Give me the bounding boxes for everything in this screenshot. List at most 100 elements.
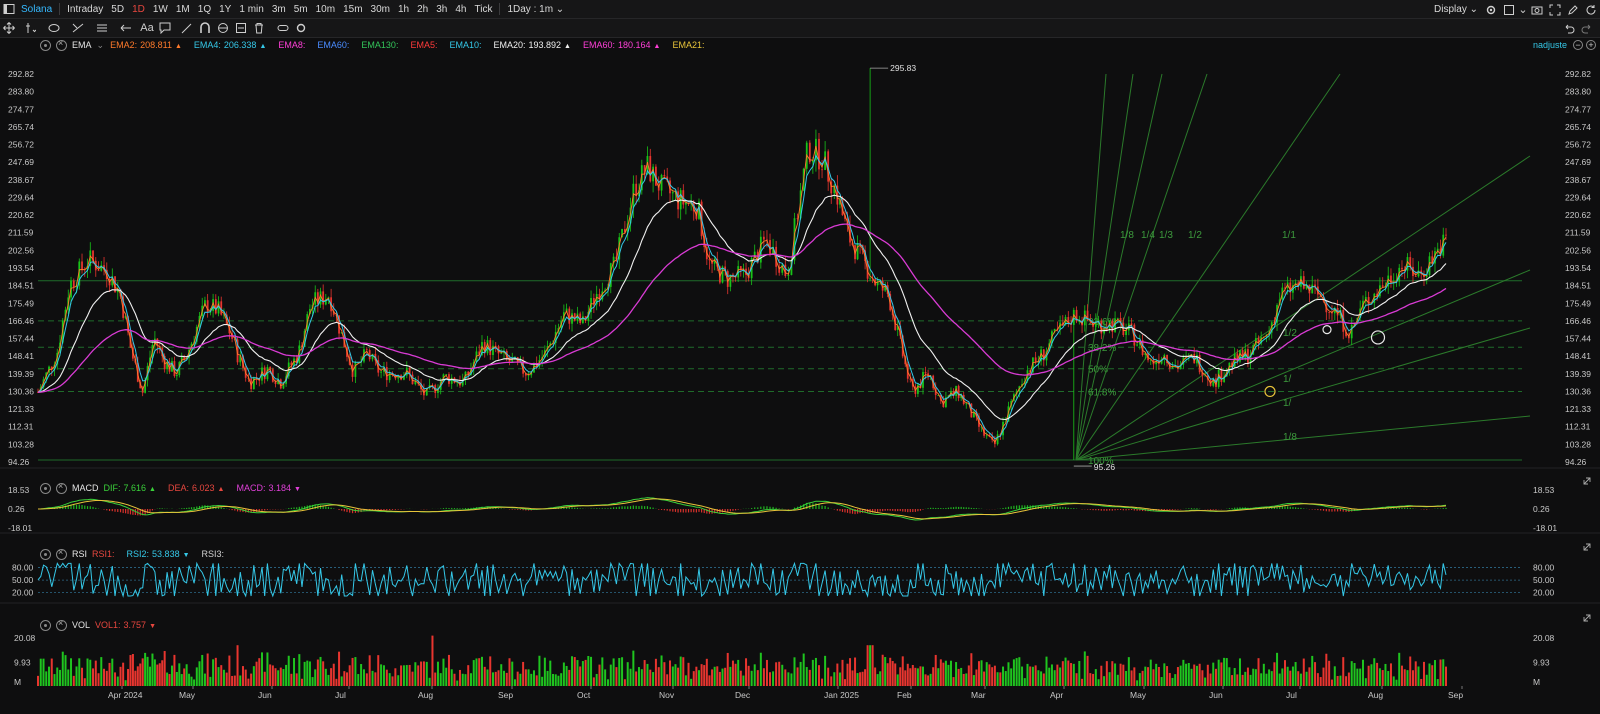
timeframe-30m[interactable]: 30m (367, 0, 394, 19)
price-chart[interactable]: 292.82 292.82 283.80 283.80 274.77 274.77 265.… (0, 38, 1600, 714)
timeframe-1h[interactable]: 1h (394, 0, 413, 19)
timeframe-5d[interactable]: 5D (107, 0, 128, 19)
legend-item[interactable]: VOL1: 3.757 ▼ (95, 620, 156, 630)
vol-name[interactable]: VOL (72, 620, 90, 630)
timeframe-3h[interactable]: 3h (432, 0, 451, 19)
legend-name[interactable]: EMA (72, 40, 92, 50)
adjust-label[interactable]: nadjuste (1533, 40, 1567, 50)
timeframe-intraday[interactable]: Intraday (63, 0, 107, 19)
text-tool-icon[interactable]: Aa (138, 19, 156, 38)
volume-bar (876, 674, 879, 686)
volume-bar (78, 658, 81, 686)
expand-macd-icon[interactable] (1583, 477, 1591, 485)
timeframe-1y[interactable]: 1Y (215, 0, 235, 19)
pattern-icon[interactable] (90, 19, 114, 38)
sidebar-toggle-icon[interactable] (0, 0, 18, 19)
pencil-icon[interactable] (1564, 0, 1582, 19)
camera-icon[interactable] (1528, 0, 1546, 19)
volume-bar (314, 669, 317, 686)
legend-item[interactable]: EMA60: (317, 40, 349, 50)
timeframe-3m[interactable]: 3m (268, 0, 290, 19)
legend-item[interactable]: EMA8: (278, 40, 305, 50)
arrow-tool-icon[interactable] (114, 19, 138, 38)
link-icon[interactable] (274, 19, 292, 38)
magnet-icon[interactable] (196, 19, 214, 38)
legend-item[interactable]: RSI3: (202, 549, 225, 559)
timeframe-5m[interactable]: 5m (290, 0, 312, 19)
interval-select[interactable]: 1Day : 1m ⌄ (503, 0, 568, 19)
rsi-close-icon[interactable] (56, 547, 67, 560)
trash-icon[interactable] (250, 19, 268, 38)
crosshair-icon[interactable] (18, 19, 42, 38)
legend-item[interactable]: MACD: 3.184 ▼ (236, 483, 300, 493)
legend-settings-icon[interactable] (40, 39, 51, 51)
timeframe-4h[interactable]: 4h (451, 0, 470, 19)
rsi-name[interactable]: RSI (72, 549, 87, 559)
chart-area[interactable]: 292.82 292.82 283.80 283.80 274.77 274.77 265.… (0, 38, 1600, 714)
timeframe-2h[interactable]: 2h (413, 0, 432, 19)
legend-item[interactable]: EMA2: 208.811 ▲ (110, 40, 182, 50)
legend-item[interactable]: DIF: 7.616 ▲ (104, 483, 156, 493)
macd-settings-icon[interactable] (40, 482, 51, 494)
legend-item[interactable]: EMA130: (361, 40, 398, 50)
volume-bar (906, 663, 909, 686)
timeframe-1w[interactable]: 1W (149, 0, 172, 19)
note-icon[interactable] (156, 19, 174, 38)
volume-bar (1249, 674, 1252, 686)
timeframe-15m[interactable]: 15m (339, 0, 366, 19)
legend-item[interactable]: RSI2: 53.838 ▼ (127, 549, 190, 559)
fib-tool-icon[interactable] (66, 19, 90, 38)
expand-vol-icon[interactable] (1583, 614, 1591, 622)
move-icon[interactable] (0, 19, 18, 38)
vol-close-icon[interactable] (56, 618, 67, 631)
undo-icon[interactable] (1560, 19, 1578, 38)
toolbar-settings-icon[interactable] (292, 19, 310, 38)
settings-icon[interactable] (1482, 0, 1500, 19)
legend-item[interactable]: EMA20: 193.892 ▲ (493, 40, 571, 50)
volume-bar (290, 673, 293, 686)
plus-icon[interactable]: + (1586, 40, 1596, 50)
volume-bar (879, 671, 882, 686)
minus-icon[interactable]: − (1573, 40, 1583, 50)
volume-bar (72, 675, 75, 686)
volume-bar (721, 668, 724, 686)
timeframe-1d[interactable]: 1D (128, 0, 149, 19)
legend-item[interactable]: DEA: 6.023 ▲ (168, 483, 224, 493)
legend-close-icon[interactable] (56, 38, 67, 51)
volume-bar (508, 658, 511, 686)
symbol-name[interactable]: Solana (18, 0, 56, 19)
timeframe-1-min[interactable]: 1 min (235, 0, 267, 19)
trendline-icon[interactable] (42, 19, 66, 38)
timeframe-1m[interactable]: 1M (172, 0, 194, 19)
legend-item[interactable]: EMA60: 180.164 ▲ (583, 40, 661, 50)
volume-bar (1125, 670, 1128, 686)
layout-icon[interactable] (1500, 0, 1518, 19)
macd-name[interactable]: MACD (72, 483, 99, 493)
redo-icon[interactable] (1578, 19, 1596, 38)
refresh-icon[interactable] (1582, 0, 1600, 19)
legend-item[interactable]: EMA5: (410, 40, 437, 50)
timeframe-tick[interactable]: Tick (470, 0, 496, 19)
lock-icon[interactable] (214, 19, 232, 38)
volume-bar (646, 663, 649, 686)
rsi-settings-icon[interactable] (40, 548, 51, 560)
timeframe-1q[interactable]: 1Q (194, 0, 215, 19)
fullscreen-icon[interactable] (1546, 0, 1564, 19)
vol-tick-left: M (14, 677, 21, 687)
volume-bar (287, 655, 290, 686)
legend-item[interactable]: EMA10: (449, 40, 481, 50)
brush-icon[interactable] (178, 19, 196, 38)
chevron-down-icon[interactable]: ⌄ (1518, 0, 1528, 19)
legend-item[interactable]: RSI1: (92, 549, 115, 559)
legend-item[interactable]: EMA21: (672, 40, 704, 50)
vol-settings-icon[interactable] (40, 619, 51, 631)
eye-icon[interactable] (232, 19, 250, 38)
expand-rsi-icon[interactable] (1583, 543, 1591, 551)
chevron-down-icon[interactable]: ⌄ (97, 40, 105, 51)
candle-body (1414, 276, 1417, 277)
legend-item[interactable]: EMA4: 206.338 ▲ (194, 40, 267, 50)
volume-bar (1302, 658, 1305, 686)
display-menu[interactable]: Display ⌄ (1430, 0, 1482, 19)
macd-close-icon[interactable] (56, 481, 67, 494)
timeframe-10m[interactable]: 10m (312, 0, 339, 19)
